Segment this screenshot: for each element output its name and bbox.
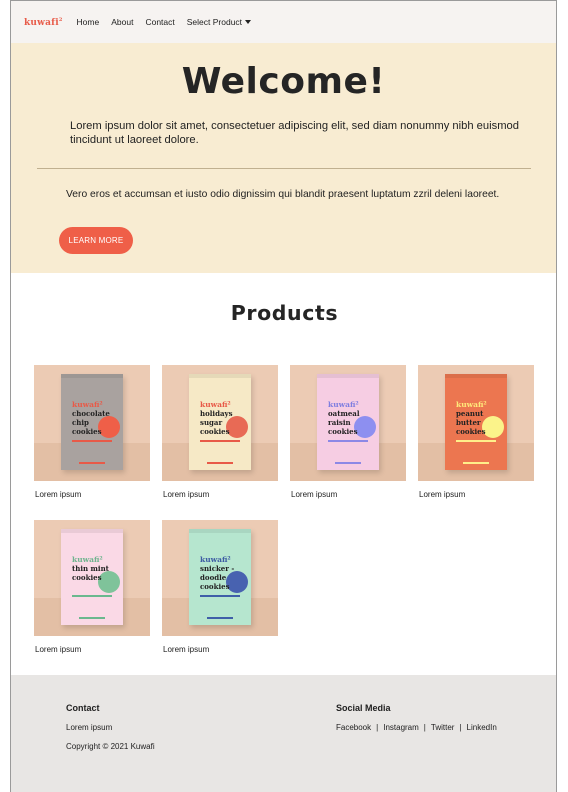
- cookie-box-name: peanut butter cookies: [456, 409, 486, 436]
- cookie-box: kuwafi² snicker -doodle cookies: [189, 529, 251, 625]
- footer-copyright: Copyright © 2021 Kuwafi: [66, 742, 155, 751]
- product-card[interactable]: kuwafi² chocolate chip cookies Lorem ipsum: [34, 365, 150, 499]
- top-navigation: kuwafi2 Home About Contact Select Produc…: [11, 1, 556, 43]
- social-separator: |: [376, 723, 379, 732]
- product-label: Lorem ipsum: [163, 490, 210, 499]
- nav-link-contact[interactable]: Contact: [145, 17, 174, 27]
- cookie-box-name: snicker -doodle cookies: [200, 564, 235, 591]
- cookie-box-brand: kuwafi²: [328, 400, 359, 409]
- cookie-box-footnote: [79, 617, 105, 619]
- cookie-box-brand: kuwafi²: [200, 400, 231, 409]
- hero-title: Welcome!: [181, 61, 386, 102]
- cookie-box-footnote: [79, 462, 105, 464]
- cookie-box-footnote: [335, 462, 361, 464]
- hero-intro-text: Lorem ipsum dolor sit amet, consectetuer…: [70, 120, 519, 146]
- product-label: Lorem ipsum: [291, 490, 338, 499]
- footer-contact-heading: Contact: [66, 703, 100, 713]
- footer-contact-text: Lorem ipsum: [66, 723, 113, 732]
- product-card[interactable]: kuwafi² peanut butter cookies Lorem ipsum: [418, 365, 534, 499]
- product-image[interactable]: kuwafi² holidays sugar cookies: [162, 365, 278, 481]
- hero-divider: [37, 168, 531, 169]
- social-link-linkedin[interactable]: LinkedIn: [467, 723, 497, 732]
- cookie-box-footnote: [207, 617, 233, 619]
- cookie-box-name: oatmeal raisin cookies: [328, 409, 360, 436]
- cookie-box-lid: [189, 529, 251, 533]
- product-label: Lorem ipsum: [35, 645, 82, 654]
- cookie-box-lid: [61, 529, 123, 533]
- hero-section: Welcome! Lorem ipsum dolor sit amet, con…: [11, 43, 556, 273]
- footer-social-heading: Social Media: [336, 703, 391, 713]
- cookie-box-name: thin mint cookies: [72, 564, 109, 582]
- cookie-box: kuwafi² holidays sugar cookies: [189, 374, 251, 470]
- cookie-box-brand: kuwafi²: [72, 400, 103, 409]
- cookie-box: kuwafi² thin mint cookies: [61, 529, 123, 625]
- social-link-facebook[interactable]: Facebook: [336, 723, 371, 732]
- nav-link-about[interactable]: About: [111, 17, 133, 27]
- product-image[interactable]: kuwafi² chocolate chip cookies: [34, 365, 150, 481]
- cookie-box-lid: [445, 374, 507, 378]
- cookie-box-tagline: [72, 440, 112, 442]
- page-frame: kuwafi2 Home About Contact Select Produc…: [10, 0, 557, 792]
- learn-more-button[interactable]: LEARN MORE: [59, 227, 133, 254]
- product-label: Lorem ipsum: [163, 645, 210, 654]
- cookie-box-tagline: [456, 440, 496, 442]
- cookie-box-tagline: [328, 440, 368, 442]
- brand-logo[interactable]: kuwafi2: [24, 17, 63, 28]
- cookie-box: kuwafi² oatmeal raisin cookies: [317, 374, 379, 470]
- footer: Contact Lorem ipsum Copyright © 2021 Kuw…: [11, 675, 556, 792]
- cookie-box: kuwafi² chocolate chip cookies: [61, 374, 123, 470]
- social-link-twitter[interactable]: Twitter: [431, 723, 455, 732]
- product-image[interactable]: kuwafi² oatmeal raisin cookies: [290, 365, 406, 481]
- cookie-box-lid: [317, 374, 379, 378]
- cookie-box-brand: kuwafi²: [72, 555, 103, 564]
- cookie-box-lid: [189, 374, 251, 378]
- cookie-box-name: chocolate chip cookies: [72, 409, 110, 436]
- hero-secondary-text: Vero eros et accumsan et iusto odio dign…: [66, 189, 500, 200]
- brand-logo-text: kuwafi: [24, 17, 59, 28]
- chevron-down-icon: [245, 20, 252, 24]
- nav-link-home[interactable]: Home: [77, 17, 100, 27]
- social-separator: |: [423, 723, 426, 732]
- cookie-box-brand: kuwafi²: [456, 400, 487, 409]
- social-link-instagram[interactable]: Instagram: [383, 723, 419, 732]
- products-heading: Products: [230, 301, 339, 325]
- product-card[interactable]: kuwafi² snicker -doodle cookies Lorem ipsu…: [162, 520, 278, 654]
- product-card[interactable]: kuwafi² thin mint cookies Lorem ipsum: [34, 520, 150, 654]
- product-image[interactable]: kuwafi² thin mint cookies: [34, 520, 150, 636]
- cookie-box-tagline: [200, 595, 240, 597]
- cookie-box-brand: kuwafi²: [200, 555, 231, 564]
- cookie-box-footnote: [463, 462, 489, 464]
- cookie-box-lid: [61, 374, 123, 378]
- product-card[interactable]: kuwafi² holidays sugar cookies Lorem ipsum: [162, 365, 278, 499]
- cookie-box-footnote: [207, 462, 233, 464]
- cookie-box-tagline: [72, 595, 112, 597]
- product-label: Lorem ipsum: [35, 490, 82, 499]
- cookie-box-tagline: [200, 440, 240, 442]
- product-image[interactable]: kuwafi² snicker -doodle cookies: [162, 520, 278, 636]
- cookie-box: kuwafi² peanut butter cookies: [445, 374, 507, 470]
- product-image[interactable]: kuwafi² peanut butter cookies: [418, 365, 534, 481]
- social-links: Facebook | Instagram | Twitter | LinkedI…: [336, 723, 497, 732]
- product-label: Lorem ipsum: [419, 490, 466, 499]
- product-card[interactable]: kuwafi² oatmeal raisin cookies Lorem ipsum: [290, 365, 406, 499]
- select-product-dropdown[interactable]: Select Product: [186, 17, 252, 27]
- social-separator: |: [459, 723, 462, 732]
- cookie-box-name: holidays sugar cookies: [200, 409, 233, 436]
- brand-logo-sup: 2: [58, 16, 63, 23]
- select-product-label: Select Product: [186, 17, 243, 27]
